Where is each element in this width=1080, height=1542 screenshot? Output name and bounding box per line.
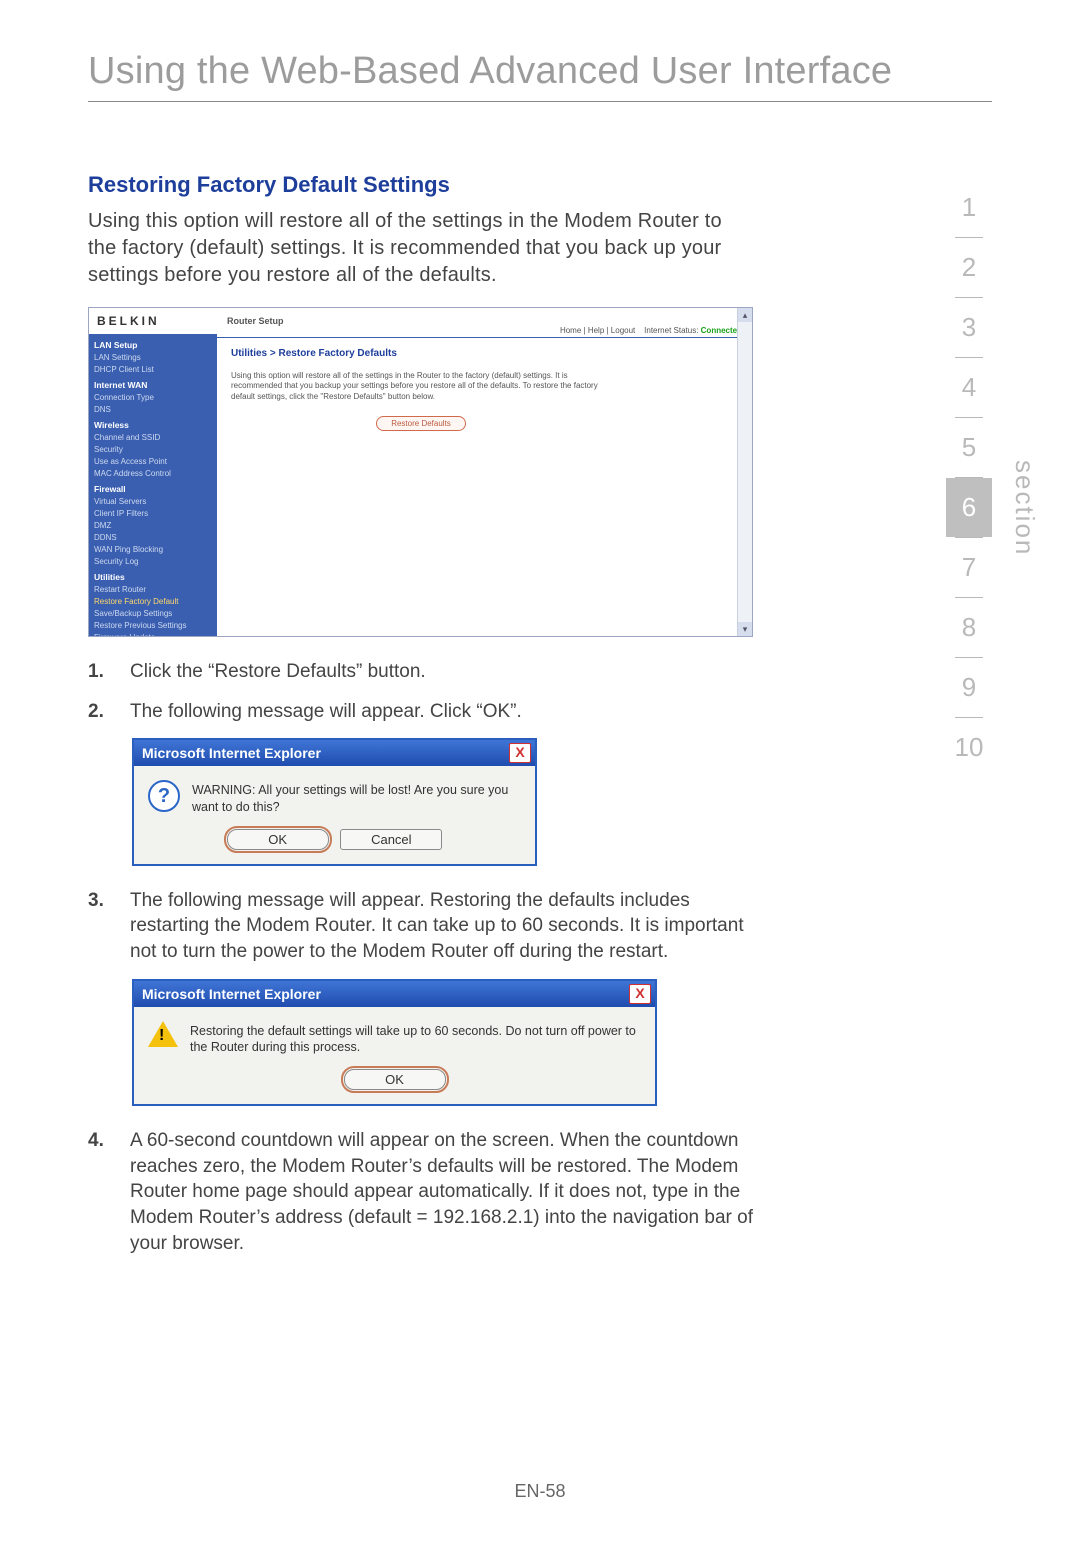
- step-text-3: The following message will appear. Resto…: [130, 888, 753, 965]
- step-3: 3. The following message will appear. Re…: [88, 888, 753, 965]
- page-number: EN-58: [0, 1481, 1080, 1502]
- section-nav-6[interactable]: 6: [946, 478, 992, 537]
- intro-paragraph: Using this option will restore all of th…: [88, 208, 753, 289]
- instruction-list-3: 4. A 60-second countdown will appear on …: [88, 1128, 753, 1256]
- ie-dialog-title-2: Microsoft Internet Explorer: [142, 986, 321, 1002]
- section-nav-4[interactable]: 4: [946, 358, 992, 417]
- section-nav-9[interactable]: 9: [946, 658, 992, 717]
- warning-icon: [148, 1021, 178, 1047]
- router-setup-label: Router Setup: [227, 316, 284, 326]
- step-number-1: 1.: [88, 659, 130, 685]
- step-text-1: Click the “Restore Defaults” button.: [130, 659, 753, 685]
- sidebar-item[interactable]: Virtual Servers: [94, 497, 212, 506]
- sidebar-category: Firewall: [94, 484, 212, 494]
- sidebar-item[interactable]: Save/Backup Settings: [94, 609, 212, 618]
- sidebar-item[interactable]: Channel and SSID: [94, 433, 212, 442]
- ie-dialog-message-2: Restoring the default settings will take…: [190, 1021, 641, 1056]
- section-nav-10[interactable]: 10: [946, 718, 992, 777]
- router-header: Router Setup Home | Help | Logout Intern…: [217, 308, 752, 338]
- sidebar-item[interactable]: LAN Settings: [94, 353, 212, 362]
- page-title: Using the Web-Based Advanced User Interf…: [88, 50, 992, 93]
- sidebar-item[interactable]: Client IP Filters: [94, 509, 212, 518]
- sidebar-item[interactable]: Restart Router: [94, 585, 212, 594]
- sidebar-category: Utilities: [94, 572, 212, 582]
- section-nav-3[interactable]: 3: [946, 298, 992, 357]
- close-icon[interactable]: X: [629, 984, 651, 1004]
- sidebar-category: Wireless: [94, 420, 212, 430]
- step-2: 2. The following message will appear. Cl…: [88, 699, 753, 725]
- sidebar-item[interactable]: Connection Type: [94, 393, 212, 402]
- step-4: 4. A 60-second countdown will appear on …: [88, 1128, 753, 1256]
- step-number-2: 2.: [88, 699, 130, 725]
- sidebar-item[interactable]: Restore Previous Settings: [94, 621, 212, 630]
- router-description: Using this option will restore all of th…: [231, 371, 611, 402]
- step-number-3: 3.: [88, 888, 130, 965]
- section-nav-1[interactable]: 1: [946, 178, 992, 237]
- sidebar-category: Internet WAN: [94, 380, 212, 390]
- question-icon: ?: [148, 780, 180, 812]
- cancel-button[interactable]: Cancel: [340, 829, 442, 850]
- section-nav: 1 2 3 4 5 6 7 8 9 10: [946, 178, 992, 777]
- sidebar-item[interactable]: MAC Address Control: [94, 469, 212, 478]
- ie-dialog-message: WARNING: All your settings will be lost!…: [192, 780, 521, 815]
- router-status-value: Connected: [701, 326, 742, 335]
- ie-dialog-title: Microsoft Internet Explorer: [142, 745, 321, 761]
- section-nav-7[interactable]: 7: [946, 538, 992, 597]
- scrollbar[interactable]: ▴ ▾: [737, 308, 752, 636]
- section-nav-8[interactable]: 8: [946, 598, 992, 657]
- step-text-4: A 60-second countdown will appear on the…: [130, 1128, 753, 1256]
- ok-button[interactable]: OK: [227, 829, 329, 850]
- scroll-down-icon[interactable]: ▾: [738, 622, 752, 636]
- restore-defaults-button[interactable]: Restore Defaults: [376, 416, 466, 431]
- sidebar-item[interactable]: DNS: [94, 405, 212, 414]
- sub-title: Restoring Factory Default Settings: [88, 172, 753, 198]
- ie-dialog-warning: Microsoft Internet Explorer X ? WARNING:…: [132, 738, 537, 866]
- instruction-list: 1. Click the “Restore Defaults” button. …: [88, 659, 753, 724]
- sidebar-item[interactable]: Security Log: [94, 557, 212, 566]
- sidebar-category: LAN Setup: [94, 340, 212, 350]
- sidebar-item[interactable]: Security: [94, 445, 212, 454]
- sidebar-item[interactable]: DDNS: [94, 533, 212, 542]
- section-label: section: [1009, 460, 1040, 556]
- sidebar-item[interactable]: DHCP Client List: [94, 365, 212, 374]
- scroll-up-icon[interactable]: ▴: [738, 308, 752, 322]
- ie-dialog-titlebar: Microsoft Internet Explorer X: [134, 740, 535, 766]
- sidebar-item[interactable]: Use as Access Point: [94, 457, 212, 466]
- ie-dialog-info: Microsoft Internet Explorer X Restoring …: [132, 979, 657, 1107]
- section-nav-5[interactable]: 5: [946, 418, 992, 477]
- ie-dialog-titlebar-2: Microsoft Internet Explorer X: [134, 981, 655, 1007]
- router-status-label: Internet Status:: [644, 326, 698, 335]
- router-brand: BELKIN: [97, 314, 160, 328]
- router-main: Router Setup Home | Help | Logout Intern…: [217, 308, 752, 636]
- section-nav-2[interactable]: 2: [946, 238, 992, 297]
- instruction-list-2: 3. The following message will appear. Re…: [88, 888, 753, 965]
- sidebar-item[interactable]: DMZ: [94, 521, 212, 530]
- step-text-2: The following message will appear. Click…: [130, 699, 753, 725]
- router-header-links[interactable]: Home | Help | Logout: [560, 326, 635, 335]
- close-icon[interactable]: X: [509, 743, 531, 763]
- router-sidebar: BELKIN LAN Setup LAN Settings DHCP Client …: [89, 308, 217, 636]
- sidebar-item[interactable]: Restore Factory Default: [94, 597, 212, 606]
- sidebar-item[interactable]: Firmware Update: [94, 633, 212, 637]
- step-1: 1. Click the “Restore Defaults” button.: [88, 659, 753, 685]
- ok-button[interactable]: OK: [344, 1069, 446, 1090]
- router-ui-screenshot: BELKIN LAN Setup LAN Settings DHCP Client …: [88, 307, 753, 637]
- sidebar-item[interactable]: WAN Ping Blocking: [94, 545, 212, 554]
- title-rule: [88, 101, 992, 102]
- router-breadcrumb: Utilities > Restore Factory Defaults: [231, 348, 738, 359]
- step-number-4: 4.: [88, 1128, 130, 1256]
